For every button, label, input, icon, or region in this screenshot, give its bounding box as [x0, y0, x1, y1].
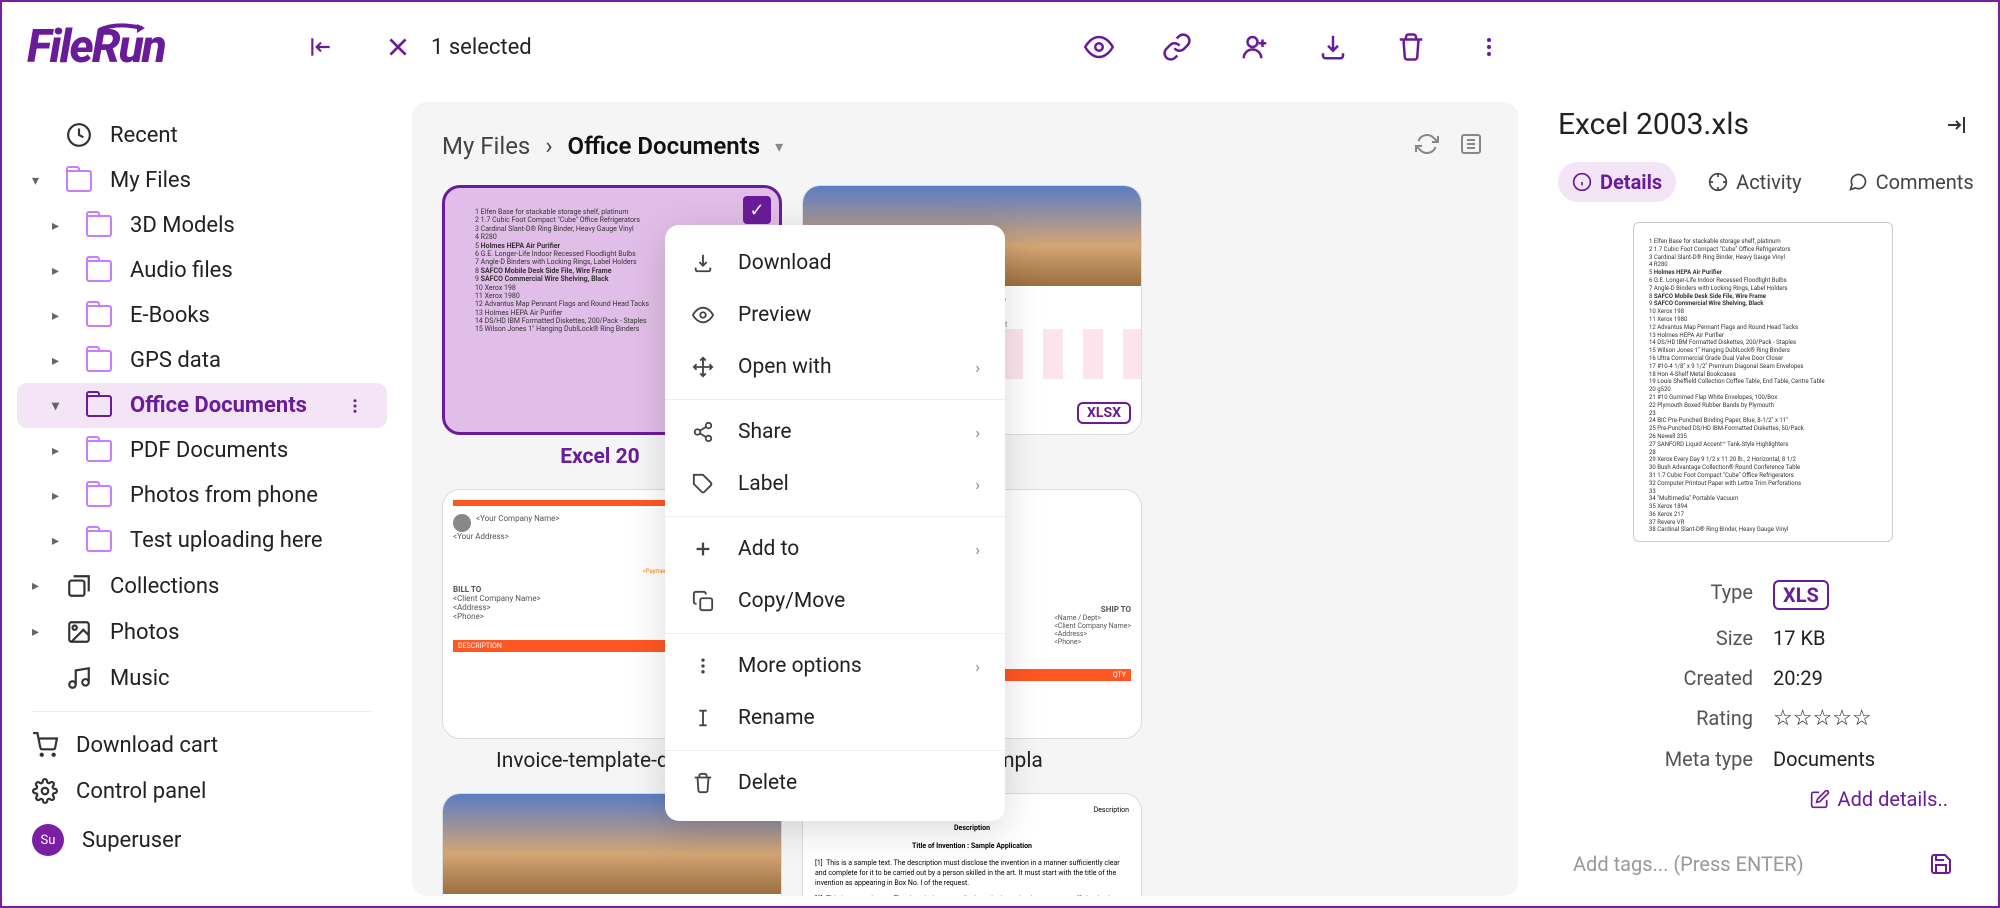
chevron-down-icon[interactable]: ▾ [775, 137, 783, 156]
sidebar: Recent ▾ My Files ▸3D Models ▸Audio file… [2, 92, 402, 906]
folder-icon [86, 350, 112, 372]
details-panel: Excel 2003.xls Details Activity Comments… [1528, 92, 1998, 906]
sidebar-item-label: Collections [110, 574, 219, 599]
avatar: Su [32, 824, 64, 856]
rating-stars[interactable]: ☆☆☆☆☆ [1773, 706, 1968, 731]
file-type-badge: XLSX [1077, 402, 1131, 424]
sidebar-item-label: Music [110, 666, 170, 691]
folder-icon [86, 485, 112, 507]
sidebar-item-3dmodels[interactable]: ▸3D Models [17, 203, 387, 248]
tags-input[interactable]: Add tags... (Press ENTER) [1558, 837, 1968, 891]
sidebar-user[interactable]: Su Superuser [17, 814, 387, 866]
logo: FileRun [27, 22, 227, 72]
sidebar-item-ebooks[interactable]: ▸E-Books [17, 293, 387, 338]
refresh-icon[interactable] [1415, 132, 1439, 156]
more-button[interactable] [1465, 23, 1513, 71]
ctx-addto[interactable]: Add to› [665, 523, 1005, 575]
preview-button[interactable] [1075, 23, 1123, 71]
ctx-label[interactable]: Label› [665, 458, 1005, 510]
sidebar-item-gps[interactable]: ▸GPS data [17, 338, 387, 383]
sidebar-download-cart[interactable]: Download cart [17, 722, 387, 768]
toolbar-actions [1075, 23, 1513, 71]
tab-details[interactable]: Details [1558, 162, 1676, 202]
sidebar-item-label: Control panel [76, 779, 206, 804]
sidebar-item-label: My Files [110, 168, 191, 193]
meta-value: 20:29 [1773, 666, 1968, 690]
sidebar-myfiles[interactable]: ▾ My Files [17, 158, 387, 203]
details-tabs: Details Activity Comments [1558, 162, 1968, 202]
folder-icon [86, 440, 112, 462]
folder-icon [86, 215, 112, 237]
ctx-delete[interactable]: Delete [665, 757, 1005, 809]
tab-comments[interactable]: Comments [1834, 162, 1988, 202]
sidebar-item-office[interactable]: ▾Office Documents [17, 383, 387, 428]
sidebar-item-label: Office Documents [130, 393, 307, 418]
sidebar-item-photos-phone[interactable]: ▸Photos from phone [17, 473, 387, 518]
sidebar-item-test[interactable]: ▸Test uploading here [17, 518, 387, 563]
download-button[interactable] [1309, 23, 1357, 71]
share-user-button[interactable] [1231, 23, 1279, 71]
folder-icon [66, 170, 92, 192]
ctx-rename[interactable]: Rename [665, 692, 1005, 744]
sidebar-item-label: Photos from phone [130, 483, 318, 508]
sidebar-item-label: Superuser [82, 828, 181, 853]
breadcrumb: My Files › Office Documents ▾ [442, 132, 1488, 160]
sidebar-item-label: Photos [110, 620, 179, 645]
sidebar-item-audio[interactable]: ▸Audio files [17, 248, 387, 293]
delete-button[interactable] [1387, 23, 1435, 71]
svg-text:FileRun: FileRun [27, 22, 166, 72]
expand-panel-icon[interactable] [1944, 113, 1968, 137]
meta-label: Rating [1558, 706, 1773, 731]
ctx-share[interactable]: Share› [665, 406, 1005, 458]
ctx-more[interactable]: More options› [665, 640, 1005, 692]
type-badge: XLS [1773, 580, 1829, 610]
sidebar-item-pdf[interactable]: ▸PDF Documents [17, 428, 387, 473]
check-icon: ✓ [743, 196, 771, 224]
sidebar-collections[interactable]: ▸Collections [17, 563, 387, 609]
sidebar-item-label: Recent [110, 123, 178, 148]
context-menu: Download Preview Open with› Share› Label… [665, 225, 1005, 821]
sidebar-item-label: Test uploading here [130, 528, 323, 553]
ctx-preview[interactable]: Preview [665, 289, 1005, 341]
settings-icon[interactable] [1459, 132, 1483, 156]
sidebar-item-label: E-Books [130, 303, 210, 328]
selection-info: 1 selected [385, 34, 532, 60]
link-button[interactable] [1153, 23, 1201, 71]
folder-icon [86, 395, 112, 417]
topbar: FileRun 1 selected [2, 2, 1998, 92]
sidebar-photos[interactable]: ▸Photos [17, 609, 387, 655]
sidebar-item-label: PDF Documents [130, 438, 288, 463]
folder-icon [86, 260, 112, 282]
sidebar-item-label: Download cart [76, 733, 218, 758]
tab-activity[interactable]: Activity [1694, 162, 1815, 202]
meta-label: Type [1558, 580, 1773, 610]
folder-more-icon[interactable] [345, 397, 365, 415]
breadcrumb-root[interactable]: My Files [442, 132, 530, 160]
file-preview[interactable]: 1 Elfen Base for stackable storage shelf… [1633, 222, 1893, 542]
ctx-download[interactable]: Download [665, 237, 1005, 289]
folder-icon [86, 530, 112, 552]
chevron-right-icon: › [545, 132, 552, 160]
folder-icon [86, 305, 112, 327]
clear-selection-button[interactable] [385, 34, 411, 60]
meta-value: 17 KB [1773, 626, 1968, 650]
sidebar-item-label: GPS data [130, 348, 221, 373]
selection-count: 1 selected [431, 35, 532, 60]
breadcrumb-current[interactable]: Office Documents [568, 132, 761, 160]
add-details-button[interactable]: Add details.. [1558, 787, 1968, 811]
save-icon[interactable] [1929, 852, 1953, 876]
sidebar-recent[interactable]: Recent [17, 112, 387, 158]
meta-label: Meta type [1558, 747, 1773, 771]
sidebar-item-label: Audio files [130, 258, 233, 283]
sidebar-music[interactable]: Music [17, 655, 387, 701]
ctx-openwith[interactable]: Open with› [665, 341, 1005, 393]
meta-value: Documents [1773, 747, 1968, 771]
ctx-copymove[interactable]: Copy/Move [665, 575, 1005, 627]
collapse-sidebar-button[interactable] [297, 23, 345, 71]
details-filename: Excel 2003.xls [1558, 107, 1749, 142]
sidebar-item-label: 3D Models [130, 213, 235, 238]
meta-label: Size [1558, 626, 1773, 650]
meta-label: Created [1558, 666, 1773, 690]
sidebar-control-panel[interactable]: Control panel [17, 768, 387, 814]
